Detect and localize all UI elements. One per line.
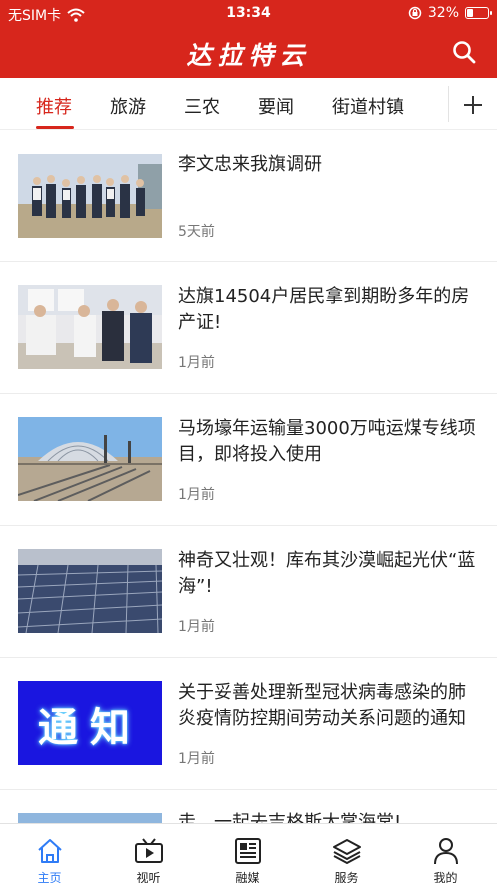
news-time: 1月前 — [178, 487, 215, 503]
status-bar: 无SIM卡 13:34 32% — [0, 0, 497, 28]
news-list: 李文忠来我旗调研 5天前 达旗14504户居民拿到期盼多年的房产证! 1月前 马… — [0, 130, 497, 823]
battery-icon — [465, 7, 492, 19]
category-tabs: 推荐 旅游 三农 要闻 街道村镇 — [0, 78, 497, 130]
tab-towns[interactable]: 街道村镇 — [332, 93, 404, 119]
news-thumbnail — [18, 285, 162, 369]
tab-services[interactable]: 服务 — [297, 824, 396, 883]
home-icon — [38, 839, 62, 863]
app-logo: 达拉特云 — [186, 41, 311, 70]
layers-icon — [333, 839, 361, 864]
news-thumbnail — [18, 154, 162, 238]
user-icon — [434, 838, 458, 865]
battery-percent: 32% — [427, 5, 459, 21]
plus-icon — [464, 96, 482, 114]
orientation-lock-icon — [408, 6, 422, 20]
news-item[interactable]: 达旗14504户居民拿到期盼多年的房产证! 1月前 — [0, 262, 497, 394]
news-thumbnail — [18, 813, 162, 823]
news-item[interactable]: 神奇又壮观！库布其沙漠崛起光伏“蓝海”! 1月前 — [0, 526, 497, 658]
news-title: 达旗14504户居民拿到期盼多年的房产证! — [178, 286, 470, 333]
tab-travel[interactable]: 旅游 — [110, 93, 146, 119]
tab-profile-label: 我的 — [433, 871, 458, 883]
battery-fill — [467, 9, 474, 17]
status-right: 32% — [408, 5, 492, 21]
app-header: 达拉特云 — [0, 28, 497, 78]
news-title: 李文忠来我旗调研 — [178, 154, 322, 175]
news-thumbnail — [18, 417, 162, 501]
news-time: 1月前 — [178, 355, 215, 371]
tab-video[interactable]: 视听 — [99, 824, 198, 883]
tab-headlines[interactable]: 要闻 — [258, 93, 294, 119]
news-title: 关于妥善处理新型冠状病毒感染的肺炎疫情防控期间劳动关系问题的通知 — [178, 682, 466, 729]
tab-agriculture[interactable]: 三农 — [184, 93, 220, 119]
news-title: 马场壕年运输量3000万吨运煤专线项目，即将投入使用 — [178, 418, 476, 465]
news-thumbnail: 通知 — [18, 681, 162, 765]
tab-home[interactable]: 主页 — [0, 824, 99, 883]
tab-media[interactable]: 融媒 — [198, 824, 297, 883]
tab-services-label: 服务 — [334, 871, 359, 883]
active-tab-indicator — [36, 126, 74, 129]
news-time: 5天前 — [178, 224, 215, 240]
news-time: 1月前 — [178, 751, 215, 767]
tab-profile[interactable]: 我的 — [396, 824, 495, 883]
news-item[interactable]: 李文忠来我旗调研 5天前 — [0, 130, 497, 262]
video-icon — [135, 838, 163, 863]
news-item[interactable]: 走，一起去吉格斯太掌海棠! — [0, 790, 497, 823]
news-item[interactable]: 马场壕年运输量3000万吨运煤专线项目，即将投入使用 1月前 — [0, 394, 497, 526]
tab-recommended[interactable]: 推荐 — [36, 93, 72, 119]
add-channel-button[interactable] — [448, 86, 497, 122]
newspaper-icon — [235, 838, 261, 864]
tab-media-label: 融媒 — [235, 871, 260, 883]
tab-video-label: 视听 — [136, 871, 161, 883]
news-title: 神奇又壮观！库布其沙漠崛起光伏“蓝海”! — [178, 550, 476, 597]
news-thumbnail — [18, 549, 162, 633]
search-icon[interactable] — [451, 39, 477, 65]
notice-thumbnail-text: 通知 — [38, 705, 142, 751]
tab-home-label: 主页 — [37, 871, 62, 883]
news-title: 走，一起去吉格斯太掌海棠! — [178, 812, 402, 823]
news-item[interactable]: 通知 关于妥善处理新型冠状病毒感染的肺炎疫情防控期间劳动关系问题的通知 1月前 — [0, 658, 497, 790]
bottom-tab-bar: 主页 视听 融媒 服务 我的 — [0, 823, 497, 883]
news-time: 1月前 — [178, 619, 215, 635]
tab-scroll-fade — [420, 78, 450, 128]
